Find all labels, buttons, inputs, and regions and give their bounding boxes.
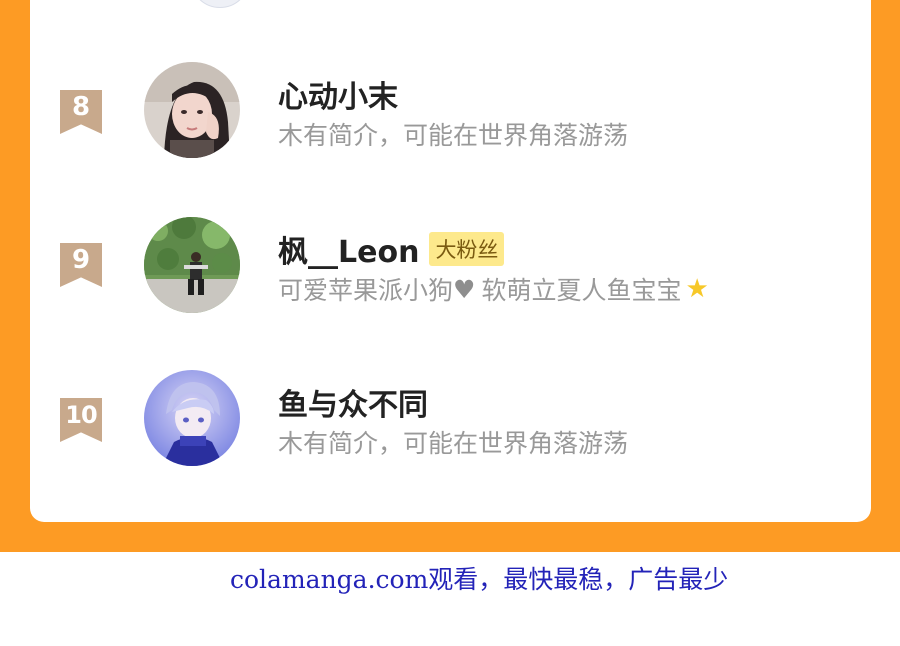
ranking-row-8[interactable]: 8 心动小末 木有简介，可能在世界角落游荡 — [30, 62, 871, 162]
heart-icon: ♥ — [453, 274, 476, 304]
previous-avatar-partial — [190, 0, 250, 8]
ranking-row-9[interactable]: 9 枫__Leon 大粉丝 可爱苹果派小狗 ♥ 软萌立夏人鱼宝宝 ★ — [30, 217, 871, 317]
rank-badge: 9 — [60, 243, 102, 287]
source-site-notice[interactable]: colamanga.com观看，最快最稳，广告最少 — [230, 560, 728, 596]
user-avatar[interactable] — [144, 62, 240, 158]
user-name[interactable]: 枫__Leon — [278, 227, 419, 271]
user-avatar[interactable] — [144, 217, 240, 313]
fan-level-badge: 大粉丝 — [429, 232, 505, 266]
user-name[interactable]: 鱼与众不同 — [278, 380, 428, 424]
user-avatar[interactable] — [144, 370, 240, 466]
user-bio: 木有简介，可能在世界角落游荡 — [278, 429, 629, 458]
user-name[interactable]: 心动小末 — [278, 72, 398, 116]
rank-badge: 10 — [60, 398, 102, 442]
rank-badge: 8 — [60, 90, 102, 134]
ranking-row-10[interactable]: 10 鱼与众不同 木有简介，可能在世界角落游荡 — [30, 370, 871, 470]
bio-text-tail: 软萌立夏人鱼宝宝 — [481, 276, 682, 305]
star-icon: ★ — [685, 274, 709, 304]
user-bio: 可爱苹果派小狗 ♥ 软萌立夏人鱼宝宝 ★ — [278, 271, 709, 307]
ranking-card: 8 心动小末 木有简介，可能在世界角落游荡 9 枫__Leon 大粉丝 可爱苹果… — [30, 0, 871, 522]
bio-text: 可爱苹果派小狗 — [278, 276, 454, 305]
user-bio: 木有简介，可能在世界角落游荡 — [278, 121, 629, 150]
